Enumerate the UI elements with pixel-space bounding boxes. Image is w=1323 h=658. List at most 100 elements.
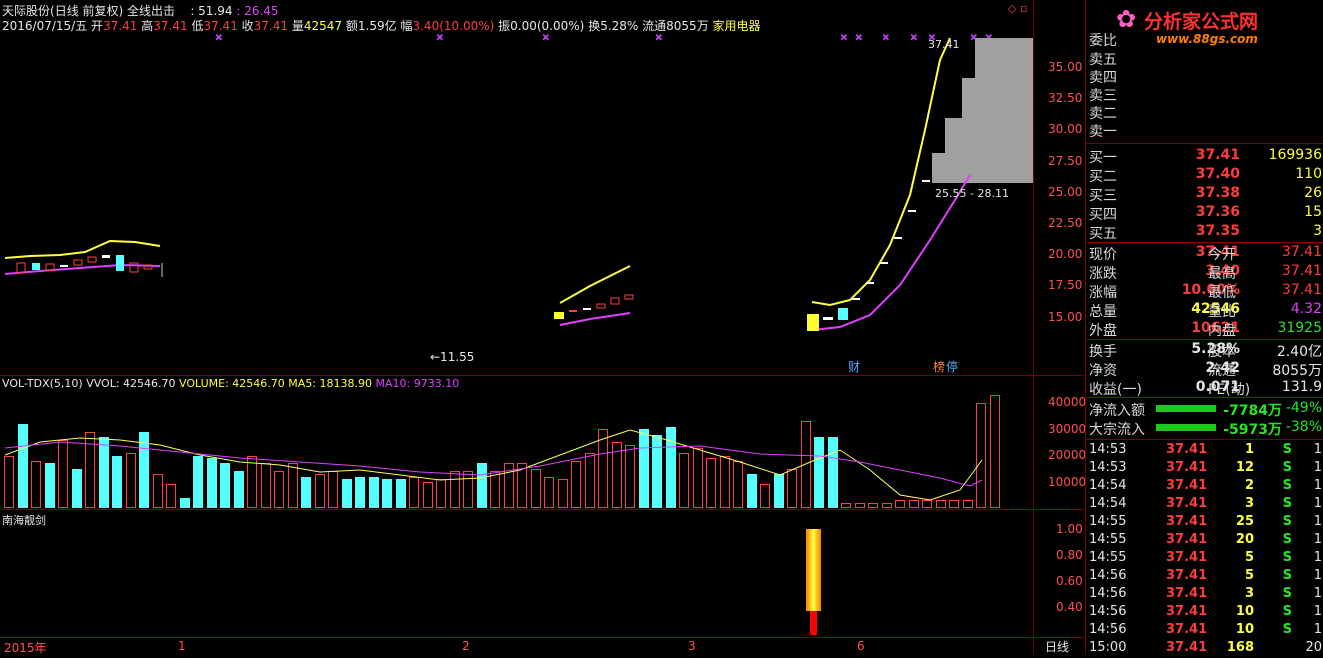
chip-bar xyxy=(932,153,1033,183)
ask-row[interactable]: 卖一 xyxy=(1086,121,1323,140)
tag-cai[interactable]: 财 xyxy=(848,358,860,375)
ask-label: 卖二 xyxy=(1089,106,1117,122)
x-marker: × xyxy=(855,33,863,43)
bid-label: 买二 xyxy=(1089,169,1117,185)
fin-value-2: 2.40亿 xyxy=(1276,344,1322,360)
vol-ma10-line xyxy=(4,441,983,487)
ask-label: 卖四 xyxy=(1089,70,1117,86)
candle xyxy=(73,259,83,266)
ask-row[interactable]: 卖五 xyxy=(1086,49,1323,68)
tick-time: 14:56 xyxy=(1089,586,1127,601)
quote-row: 总量 42546 量比 4.32 xyxy=(1086,301,1323,320)
x-marker: × xyxy=(840,33,848,43)
x-marker: × xyxy=(542,33,550,43)
x-marker: × xyxy=(215,33,223,43)
volume-ma-lines xyxy=(4,429,983,501)
x-marker: × xyxy=(910,33,918,43)
ask-label: 卖五 xyxy=(1089,52,1117,68)
divider-axis xyxy=(0,637,1083,638)
tick-count: 20 xyxy=(1305,640,1322,655)
tick-volume: 5 xyxy=(1244,568,1254,583)
fin-value-2: 8055万 xyxy=(1272,363,1322,379)
ask-row[interactable]: 卖二 xyxy=(1086,103,1323,122)
flow-percent: -49% xyxy=(1285,400,1322,416)
flower-icon: ✿ xyxy=(1116,5,1137,33)
chip-distribution xyxy=(932,38,1033,183)
ma-yellow-3 xyxy=(811,37,951,307)
tick-count: 1 xyxy=(1313,496,1322,511)
tag-bang[interactable]: 榜 xyxy=(933,358,945,375)
tick-row: 14:53 37.41 1 S 1 xyxy=(1086,442,1323,460)
tick-volume: 20 xyxy=(1235,532,1254,547)
bid-volume: 15 xyxy=(1304,204,1322,220)
tick-row: 14:54 37.41 2 S 1 xyxy=(1086,478,1323,496)
tick-side: S xyxy=(1282,568,1292,583)
bid-row[interactable]: 买二 37.40 110 xyxy=(1086,166,1323,185)
wei-row: 委比 xyxy=(1086,30,1323,49)
volume-reading: VOLUME: 42546.70 xyxy=(179,377,285,390)
chart-mode: (日线 前复权) xyxy=(50,4,124,18)
label-range: 25.55 - 28.11 xyxy=(935,187,1009,200)
quote-label: 涨幅 xyxy=(1089,285,1117,301)
tick-volume: 10 xyxy=(1235,622,1254,637)
quote-value-2: 31925 xyxy=(1277,320,1322,336)
tick-price: 37.41 xyxy=(1166,460,1208,475)
tick-count: 1 xyxy=(1313,586,1322,601)
bid-row[interactable]: 买一 37.41 169936 xyxy=(1086,147,1323,166)
tag-ting[interactable]: 停 xyxy=(946,358,958,375)
price-tick: 15.00 xyxy=(1048,309,1083,324)
candles-3 xyxy=(807,180,930,331)
flow-value: -7784万 xyxy=(1223,403,1282,419)
price-tick: 32.50 xyxy=(1048,91,1083,106)
flow-percent: -38% xyxy=(1285,419,1322,435)
bid-volume: 3 xyxy=(1313,223,1322,239)
bid-volume: 26 xyxy=(1304,185,1322,201)
bid-row[interactable]: 买四 37.36 15 xyxy=(1086,204,1323,223)
candle xyxy=(596,303,606,309)
tick-volume: 2 xyxy=(1244,478,1254,493)
tick-price: 37.41 xyxy=(1166,550,1208,565)
bid-price: 37.41 xyxy=(1195,147,1240,163)
diamond-icon[interactable]: ◇ ▫ xyxy=(1008,2,1027,15)
tick-count: 1 xyxy=(1313,622,1322,637)
tick-row: 14:56 37.41 10 S 1 xyxy=(1086,622,1323,640)
bid-label: 买四 xyxy=(1089,207,1117,223)
price-chart[interactable]: ×× ×× ×× ×× ×× × xyxy=(0,30,1033,375)
tick-time: 14:54 xyxy=(1089,496,1127,511)
tick-time: 14:53 xyxy=(1089,460,1127,475)
tick-row: 14:56 37.41 10 S 1 xyxy=(1086,604,1323,622)
tick-row: 14:55 37.41 25 S 1 xyxy=(1086,514,1323,532)
ask-row[interactable]: 卖四 xyxy=(1086,67,1323,86)
ma5-value: MA5: 18138.90 xyxy=(288,377,372,390)
tick-price: 37.41 xyxy=(1166,604,1208,619)
tick-side: S xyxy=(1282,550,1292,565)
price-tick: 22.50 xyxy=(1048,216,1083,230)
candle xyxy=(894,237,902,239)
x-marker: × xyxy=(882,33,890,43)
period-label[interactable]: 日线 xyxy=(1045,638,1069,655)
quote-panel: ✿ 分析家公式网 www.88gs.com 委比 卖五 卖四 卖三 卖二 卖一 买一 37… xyxy=(1085,0,1323,655)
fin-label: 收益(一) xyxy=(1089,382,1142,398)
fin-row: 净资 2.42 流通 8055万 xyxy=(1086,360,1323,379)
label-high: 37.41 xyxy=(928,38,960,51)
price-tick: 17.50 xyxy=(1048,278,1083,293)
flow-value: -5973万 xyxy=(1223,422,1282,438)
volume-title: VOL-TDX(5,10) xyxy=(2,377,83,390)
candle xyxy=(554,312,564,319)
tick-price: 37.41 xyxy=(1166,622,1208,637)
ask-row[interactable]: 卖三 xyxy=(1086,85,1323,104)
ma-magenta-2 xyxy=(559,312,631,326)
candle xyxy=(569,310,577,312)
chip-bar xyxy=(945,118,1033,153)
vol-ma5-line xyxy=(4,429,983,501)
tick-volume: 5 xyxy=(1244,550,1254,565)
marker-row: ×× ×× ×× ×× ×× × xyxy=(215,33,994,44)
ask-label: 卖一 xyxy=(1089,124,1117,140)
tick-row: 14:53 37.41 12 S 1 xyxy=(1086,460,1323,478)
tick-price: 37.41 xyxy=(1166,586,1208,601)
bid-row[interactable]: 买三 37.38 26 xyxy=(1086,185,1323,204)
chart-frame[interactable]: 天际股份(日线 前复权) 全线出击 : 51.94 : 26.45 2016/0… xyxy=(0,0,1086,655)
tick-volume: 25 xyxy=(1235,514,1254,529)
bid-row[interactable]: 买五 37.35 3 xyxy=(1086,223,1323,242)
divider xyxy=(1086,242,1323,243)
